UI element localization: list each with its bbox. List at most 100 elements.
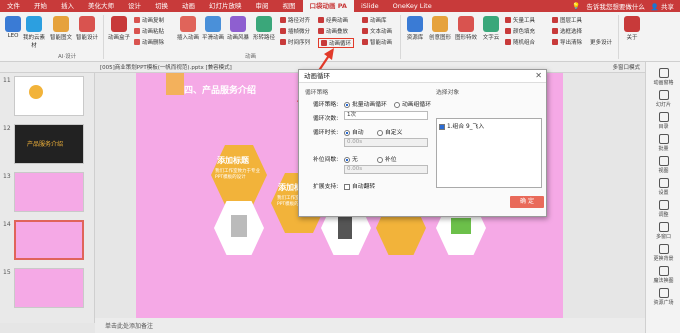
classic-anim-button[interactable]: 经典动画 — [318, 16, 348, 24]
tab-islide[interactable]: iSlide — [354, 0, 386, 12]
gap-radio-fill[interactable]: 补位 — [377, 154, 397, 163]
notes-placeholder[interactable]: 单击此处添加备注 — [105, 321, 153, 330]
smooth-anim-button[interactable]: 平滑动画 — [201, 16, 225, 41]
time-series-button[interactable]: 时间序列 — [280, 38, 310, 46]
tab-design[interactable]: 设计 — [121, 0, 148, 12]
time-radio-custom[interactable]: 自定义 — [377, 127, 402, 136]
anim-library-button[interactable]: 动画库 — [362, 16, 387, 24]
smart-anim-button[interactable]: 智能动画 — [362, 38, 392, 46]
share-button[interactable]: 👤 共享 — [651, 1, 674, 11]
multi-window-toggle[interactable]: 多窗口模式 — [612, 63, 640, 71]
material-icon — [407, 16, 423, 32]
slide-number: 11 — [3, 77, 11, 84]
close-icon[interactable]: ✕ — [535, 71, 542, 80]
tab-onekey[interactable]: OneKey Lite — [386, 0, 439, 12]
rp-magic-image[interactable]: 魔法换图 — [646, 266, 680, 284]
shape-path-button[interactable]: 形转路径 — [251, 16, 277, 41]
tab-slideshow[interactable]: 幻灯片放映 — [202, 0, 249, 12]
tab-file[interactable]: 文件 — [0, 0, 27, 12]
anim-copy-button[interactable]: 动画复制 — [134, 16, 164, 24]
slide-title[interactable]: 四、产品服务介绍 — [184, 83, 256, 96]
document-tab[interactable]: [005]商业策划PPT模板(一帆而视范).pptx [兼容模式] — [100, 63, 232, 71]
rp-settings[interactable]: 设置 — [646, 178, 680, 196]
slide-thumbnail[interactable] — [14, 172, 84, 212]
rp-view[interactable]: 视图 — [646, 156, 680, 174]
select-tool-button[interactable]: 选框选择 — [552, 27, 582, 35]
time-input[interactable]: 0.00s — [344, 138, 428, 147]
gap-input[interactable]: 0.00s — [344, 165, 428, 174]
anim-paste-button[interactable]: 动画粘贴 — [134, 27, 164, 35]
slide-thumbnail[interactable] — [14, 76, 84, 116]
export-clear-button[interactable]: 导出清除 — [552, 38, 582, 46]
about-button[interactable]: 关于 — [622, 16, 642, 41]
rp-toc[interactable]: 目录 — [646, 112, 680, 130]
rp-anim-pane[interactable]: 动画窗格 — [646, 68, 680, 86]
tab-pocket-animation[interactable]: 口袋动画 PA — [302, 0, 354, 12]
path-align-button[interactable]: 路径对齐 — [280, 16, 310, 24]
count-input[interactable]: 1次 — [344, 111, 428, 120]
tab-animations[interactable]: 动画 — [175, 0, 202, 12]
smart-anim-label: 智能动画 — [370, 40, 393, 46]
anim-box-button[interactable]: 动画盒子 — [106, 16, 132, 41]
anim-delete-label: 动画删除 — [142, 40, 165, 46]
rp-batch[interactable]: 批量 — [646, 134, 680, 152]
ok-button[interactable]: 确 定 — [510, 196, 544, 208]
rp-adjust[interactable]: 调整 — [646, 200, 680, 218]
notes-bar[interactable]: 单击此处添加备注 — [95, 318, 645, 333]
delete-icon — [134, 39, 140, 45]
auto-flip-checkbox[interactable]: 自动翻转 — [344, 181, 375, 190]
card1-text[interactable]: 我们工作室致力于专业PPT模板的设计 — [215, 169, 265, 181]
shape-effect-button[interactable]: 图形特效 — [454, 16, 478, 41]
random-group-button[interactable]: 随机组合 — [505, 38, 535, 46]
anim-style-button[interactable]: 动画风暴 — [226, 16, 250, 41]
anim-delete-button[interactable]: 动画删除 — [134, 38, 164, 46]
slide-thumbnail[interactable] — [14, 268, 84, 308]
rp-label: 多窗口 — [655, 234, 671, 240]
gap-opt2-label: 补位 — [385, 157, 397, 163]
cloud-material-button[interactable]: 我的云素材 — [23, 16, 45, 49]
tab-transitions[interactable]: 切换 — [148, 0, 175, 12]
more-design-button[interactable]: 更多设计 — [590, 38, 612, 46]
material-button[interactable]: 资源库 — [404, 16, 426, 41]
leo-button[interactable]: LEO — [4, 16, 22, 39]
more-design-label: 更多设计 — [590, 40, 613, 46]
time-radio-auto[interactable]: 自动 — [344, 127, 364, 136]
rp-change-bg[interactable]: 更换背景 — [646, 244, 680, 262]
loop-anim-button[interactable]: 动画叠放 — [318, 27, 348, 35]
tab-insert[interactable]: 插入 — [54, 0, 81, 12]
card1-title[interactable]: 添加标题 — [217, 155, 249, 166]
insert-anim-button[interactable]: 插入动画 — [176, 16, 200, 41]
vector-tool-button[interactable]: 矢量工具 — [505, 16, 535, 24]
tab-beautify[interactable]: 美化大师 — [81, 0, 121, 12]
slide-title-accent — [166, 73, 184, 95]
slide-thumbnail[interactable]: 产品服务介绍 — [14, 124, 84, 164]
word-cloud-icon — [483, 16, 499, 32]
slide-thumbnail-pane[interactable]: 11 12 产品服务介绍 13 14 15 — [0, 73, 95, 323]
rp-slides[interactable]: 幻灯片 — [646, 90, 680, 108]
smart-fill-button[interactable]: 智能图文 — [48, 16, 74, 41]
slide-number: 14 — [3, 221, 11, 228]
strategy-radio-batch[interactable]: 批量动画循环 — [344, 99, 387, 108]
creative-shape-button[interactable]: 创意图形 — [428, 16, 452, 41]
layer-tool-button[interactable]: 图层工具 — [552, 16, 582, 24]
color-fill-button[interactable]: 颜色填充 — [505, 27, 535, 35]
classic-anim-label: 经典动画 — [326, 18, 349, 24]
word-cloud-button[interactable]: 文字云 — [480, 16, 502, 41]
text-anim-button[interactable]: 文本动画 — [362, 27, 392, 35]
playback-cap-button[interactable]: 插帧微分 — [280, 27, 310, 35]
tab-review[interactable]: 审阅 — [249, 0, 276, 12]
background-icon — [658, 244, 669, 254]
rp-multiwindow[interactable]: 多窗口 — [646, 222, 680, 240]
gap-radio-none[interactable]: 无 — [344, 154, 358, 163]
ribbon-separator — [400, 15, 401, 59]
radio-off-icon — [377, 129, 383, 136]
slide-thumbnail-selected[interactable] — [14, 220, 84, 260]
tell-me-box[interactable]: 告诉我您想要做什么 — [586, 1, 645, 11]
object-list-item[interactable]: 1.组合 9_飞入 — [439, 121, 484, 130]
rp-resource-plaza[interactable]: 资源广场 — [646, 288, 680, 306]
tab-home[interactable]: 开始 — [27, 0, 54, 12]
smart-design-button[interactable]: 智能设计 — [74, 16, 100, 41]
strategy-radio-group[interactable]: 动画组循环 — [394, 99, 431, 108]
tab-view[interactable]: 视图 — [276, 0, 303, 12]
object-list[interactable]: 1.组合 9_飞入 — [436, 118, 542, 188]
